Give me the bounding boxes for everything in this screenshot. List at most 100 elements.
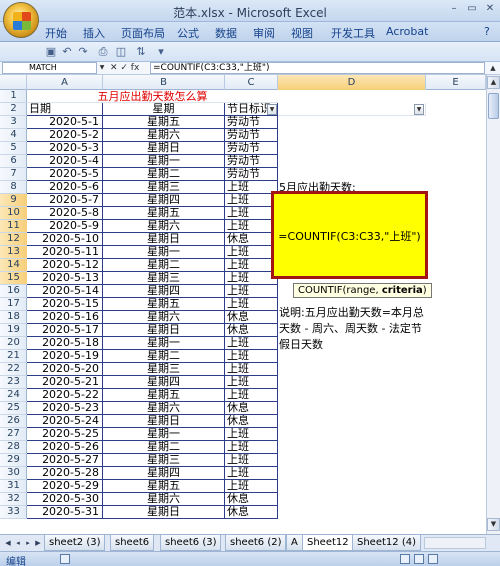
sort-icon[interactable]: ⇅ — [134, 45, 148, 59]
sheet-tab[interactable]: sheet6 (2) — [225, 535, 287, 551]
cell-weekday[interactable]: 星期四 — [103, 194, 225, 207]
cell-weekday[interactable]: 星期三 — [103, 454, 225, 467]
row-header[interactable]: 26 — [0, 415, 27, 428]
cell-weekday[interactable]: 星期五 — [103, 389, 225, 402]
header-weekday[interactable]: 星期 — [103, 103, 225, 116]
row-header[interactable]: 2 — [0, 103, 27, 116]
formula-input[interactable]: =COUNTIF(C3:C33,"上班") — [150, 62, 485, 74]
row-header[interactable]: 3 — [0, 116, 27, 129]
cell-weekday[interactable]: 星期一 — [103, 155, 225, 168]
prev-sheet-icon[interactable]: ◂ — [13, 537, 23, 549]
cell-holiday[interactable]: 休息 — [225, 415, 278, 428]
cell-holiday[interactable]: 劳动节 — [225, 116, 278, 129]
cell-holiday[interactable]: 劳动节 — [225, 142, 278, 155]
cell-holiday[interactable]: 劳动节 — [225, 168, 278, 181]
cell-weekday[interactable]: 星期四 — [103, 285, 225, 298]
cell-weekday[interactable]: 星期三 — [103, 181, 225, 194]
cell-date[interactable]: 2020-5-15 — [27, 298, 103, 311]
cell-holiday[interactable]: 休息 — [225, 311, 278, 324]
sheet-tab[interactable]: sheet6 — [110, 535, 155, 551]
sheet-tab[interactable]: Sheet12 — [302, 535, 354, 551]
sheet-tab[interactable]: sheet2 (3) — [44, 535, 106, 551]
cell-weekday[interactable]: 星期二 — [103, 259, 225, 272]
column-header-b[interactable]: B — [103, 75, 225, 90]
filter-dropdown-icon[interactable]: ▼ — [267, 104, 277, 115]
cell-d2[interactable] — [278, 103, 426, 116]
column-header-d[interactable]: D — [278, 75, 426, 90]
cell-weekday[interactable]: 星期五 — [103, 207, 225, 220]
cell-holiday[interactable]: 劳动节 — [225, 129, 278, 142]
row-header[interactable]: 17 — [0, 298, 27, 311]
cell-date[interactable]: 2020-5-22 — [27, 389, 103, 402]
cell-date[interactable]: 2020-5-17 — [27, 324, 103, 337]
select-all-corner[interactable] — [0, 75, 27, 90]
cell-holiday[interactable]: 休息 — [225, 493, 278, 506]
cell-holiday[interactable]: 上班 — [225, 363, 278, 376]
next-sheet-icon[interactable]: ▸ — [23, 537, 33, 549]
cell-weekday[interactable]: 星期日 — [103, 142, 225, 155]
preview-icon[interactable]: ◫ — [114, 45, 128, 59]
cell-date[interactable]: 2020-5-21 — [27, 376, 103, 389]
scroll-thumb[interactable] — [488, 93, 499, 119]
row-header[interactable]: 9 — [0, 194, 27, 207]
cell-date[interactable]: 2020-5-10 — [27, 233, 103, 246]
cell-date[interactable]: 2020-5-11 — [27, 246, 103, 259]
cell-date[interactable]: 2020-5-31 — [27, 506, 103, 519]
row-header[interactable]: 1 — [0, 90, 27, 103]
cell-holiday[interactable]: 上班 — [225, 337, 278, 350]
cell-date[interactable]: 2020-5-18 — [27, 337, 103, 350]
row-header[interactable]: 33 — [0, 506, 27, 519]
first-sheet-icon[interactable]: ◀ — [3, 537, 13, 549]
row-header[interactable]: 18 — [0, 311, 27, 324]
cell-weekday[interactable]: 星期一 — [103, 246, 225, 259]
customize-toolbar-icon[interactable]: ▾ — [154, 45, 168, 59]
row-header[interactable]: 32 — [0, 493, 27, 506]
cell-date[interactable]: 2020-5-9 — [27, 220, 103, 233]
close-button[interactable]: ✕ — [482, 3, 498, 17]
filter-dropdown-icon[interactable]: ▼ — [414, 104, 424, 115]
cell-holiday[interactable]: 上班 — [225, 285, 278, 298]
column-header-e[interactable]: E — [426, 75, 486, 90]
cell-weekday[interactable]: 星期日 — [103, 506, 225, 519]
cell-weekday[interactable]: 星期二 — [103, 350, 225, 363]
cell-weekday[interactable]: 星期五 — [103, 116, 225, 129]
cell-date[interactable]: 2020-5-30 — [27, 493, 103, 506]
scroll-up-icon[interactable]: ▲ — [487, 76, 500, 89]
tab-formulas[interactable]: 公式 — [177, 25, 199, 41]
explanation-note[interactable]: 说明:五月应出勤天数=本月总天数 - 周六、周天数 - 法定节假日天数 — [279, 305, 427, 353]
tab-insert[interactable]: 插入 — [83, 25, 105, 41]
expand-formula-icon[interactable]: ▲ — [487, 62, 499, 74]
tab-page-layout[interactable]: 页面布局 — [121, 25, 165, 41]
row-header[interactable]: 4 — [0, 129, 27, 142]
row-header[interactable]: 23 — [0, 376, 27, 389]
help-icon[interactable]: ? — [484, 25, 490, 38]
tab-developer[interactable]: 开发工具 — [331, 25, 375, 41]
row-header[interactable]: 14 — [0, 259, 27, 272]
column-header-a[interactable]: A — [27, 75, 103, 90]
cell-holiday[interactable]: 上班 — [225, 376, 278, 389]
row-header[interactable]: 20 — [0, 337, 27, 350]
vertical-scrollbar[interactable]: ▲ ▼ — [486, 75, 500, 534]
cell-date[interactable]: 2020-5-16 — [27, 311, 103, 324]
name-box[interactable]: MATCH — [2, 62, 97, 74]
cell-weekday[interactable]: 星期日 — [103, 415, 225, 428]
cell-date[interactable]: 2020-5-25 — [27, 428, 103, 441]
row-header[interactable]: 25 — [0, 402, 27, 415]
cell-date[interactable]: 2020-5-3 — [27, 142, 103, 155]
cell-weekday[interactable]: 星期一 — [103, 428, 225, 441]
cell-weekday[interactable]: 星期二 — [103, 168, 225, 181]
cell-date[interactable]: 2020-5-27 — [27, 454, 103, 467]
save-icon[interactable]: ▣ — [44, 45, 58, 59]
cell-date[interactable]: 2020-5-28 — [27, 467, 103, 480]
sheet-tab[interactable]: Sheet12 (4) — [352, 535, 421, 551]
header-date[interactable]: 日期 — [27, 103, 103, 116]
cell-date[interactable]: 2020-5-24 — [27, 415, 103, 428]
tab-home[interactable]: 开始 — [45, 25, 67, 41]
cell-weekday[interactable]: 星期三 — [103, 363, 225, 376]
cell-holiday[interactable]: 上班 — [225, 428, 278, 441]
cell-weekday[interactable]: 星期六 — [103, 493, 225, 506]
horizontal-scrollbar[interactable] — [424, 537, 486, 549]
column-header-c[interactable]: C — [225, 75, 278, 90]
office-button[interactable] — [3, 2, 39, 38]
formula-edit-cell[interactable]: =COUNTIF(C3:C33,"上班") — [271, 191, 428, 279]
